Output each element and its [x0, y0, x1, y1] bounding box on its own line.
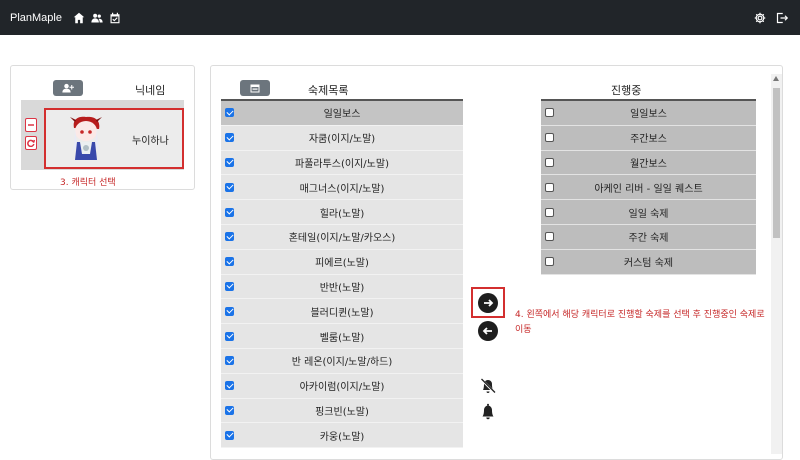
task-label: 일일 숙제	[628, 208, 669, 220]
scrollbar[interactable]	[771, 74, 782, 454]
in-progress-item[interactable]: 주간보스	[541, 125, 756, 151]
task-list-item[interactable]: 일일보스	[221, 101, 463, 126]
calendar-button[interactable]	[240, 80, 270, 96]
task-list-item[interactable]: 카웅(노말)	[221, 423, 463, 449]
annotation-move-task: 4. 왼쪽에서 해당 캐릭터로 진행할 숙제를 선택 후 진행중인 숙제로 이동	[515, 310, 765, 335]
scroll-thumb[interactable]	[773, 88, 780, 238]
task-list-item[interactable]: 매그너스(이지/노말)	[221, 175, 463, 201]
logout-icon[interactable]	[776, 9, 789, 28]
task-list-item[interactable]: 자쿰(이지/노말)	[221, 125, 463, 151]
calendar-check-icon[interactable]	[108, 11, 122, 25]
task-label: 주간 숙제	[628, 233, 669, 245]
task-label: 매그너스(이지/노말)	[299, 183, 385, 195]
refresh-character-button[interactable]	[25, 136, 37, 150]
task-list-item[interactable]: 핑크빈(노말)	[221, 398, 463, 424]
task-label: 아카이럼(이지/노말)	[299, 382, 385, 394]
task-label: 일일보스	[630, 109, 667, 121]
scroll-up-arrow[interactable]	[773, 76, 779, 81]
home-icon[interactable]	[72, 11, 86, 25]
arrow-left-circle-icon	[482, 327, 492, 335]
character-panel: 닉네임 누이하나 3. 캐릭터 선택	[10, 65, 195, 190]
task-label: 혼테일(이지/노말/카오스)	[288, 233, 396, 245]
task-list-item[interactable]: 혼테일(이지/노말/카오스)	[221, 224, 463, 250]
task-label: 힐라(노말)	[319, 208, 365, 220]
task-label: 월간보스	[630, 158, 667, 170]
in-progress-item[interactable]: 일일보스	[541, 101, 756, 126]
task-list-item[interactable]: 블러디퀸(노말)	[221, 299, 463, 325]
bell-slash-icon[interactable]	[479, 377, 497, 395]
character-name: 누이하나	[132, 136, 169, 147]
character-card[interactable]: 누이하나	[44, 108, 184, 169]
task-label: 반반(노말)	[319, 282, 365, 294]
task-list-item[interactable]: 아카이럼(이지/노말)	[221, 373, 463, 399]
task-list-item[interactable]: 반반(노말)	[221, 274, 463, 300]
move-to-in-progress-button[interactable]	[478, 292, 498, 313]
task-label: 아케인 리버 - 일일 퀘스트	[594, 183, 703, 195]
user-plus-icon	[62, 83, 74, 93]
task-label: 벨룸(노말)	[319, 332, 365, 344]
task-list-title: 숙제목록	[308, 84, 349, 97]
gear-icon[interactable]	[754, 9, 766, 28]
task-list-item[interactable]: 파풀라투스(이지/노말)	[221, 150, 463, 176]
users-icon[interactable]	[90, 11, 104, 25]
minus-icon	[28, 124, 34, 126]
in-progress-list: 일일보스주간보스월간보스아케인 리버 - 일일 퀘스트일일 숙제주간 숙제커스텀…	[541, 99, 756, 275]
nickname-header: 닉네임	[135, 84, 166, 97]
top-navbar: PlanMaple	[0, 0, 800, 35]
in-progress-item[interactable]: 주간 숙제	[541, 224, 756, 250]
task-label: 피에르(노말)	[315, 258, 369, 270]
in-progress-item[interactable]: 월간보스	[541, 150, 756, 176]
task-panel: 숙제목록 진행중 일일보스자쿰(이지/노말) 파풀라투스(이지/노말) 매그너스(이…	[210, 65, 783, 460]
task-label: 자쿰(이지/노말)	[308, 134, 376, 146]
in-progress-title: 진행중	[611, 84, 642, 97]
task-list-item[interactable]: 피에르(노말)	[221, 249, 463, 275]
task-label: 주간보스	[630, 134, 667, 146]
brand-logo[interactable]: PlanMaple	[10, 12, 62, 24]
character-avatar	[70, 116, 102, 160]
task-list-item[interactable]: 힐라(노말)	[221, 200, 463, 225]
task-label: 핑크빈(노말)	[315, 406, 369, 418]
in-progress-item[interactable]: 커스텀 숙제	[541, 249, 756, 275]
bell-icon[interactable]	[479, 403, 497, 421]
remove-character-button[interactable]	[25, 118, 37, 132]
task-label: 일일보스	[323, 109, 361, 121]
task-list-item[interactable]: 벨룸(노말)	[221, 324, 463, 349]
move-right-highlight	[471, 287, 505, 318]
add-character-button[interactable]	[53, 80, 83, 96]
move-to-task-list-button[interactable]	[478, 321, 498, 341]
annotation-select-character: 3. 캐릭터 선택	[60, 178, 116, 188]
task-label: 커스텀 숙제	[623, 258, 674, 270]
in-progress-item[interactable]: 아케인 리버 - 일일 퀘스트	[541, 175, 756, 201]
task-label: 카웅(노말)	[319, 431, 365, 443]
in-progress-item[interactable]: 일일 숙제	[541, 200, 756, 225]
task-label: 파풀라투스(이지/노말)	[295, 158, 389, 170]
task-label: 블러디퀸(노말)	[310, 307, 374, 319]
calendar-icon	[250, 84, 260, 93]
arrow-right-circle-icon	[484, 298, 494, 307]
task-list-item[interactable]: 반 레온(이지/노말/하드)	[221, 348, 463, 374]
task-list: 일일보스자쿰(이지/노말) 파풀라투스(이지/노말) 매그너스(이지/노말) 힐라(노…	[221, 99, 463, 449]
refresh-icon	[27, 139, 35, 147]
task-label: 반 레온(이지/노말/하드)	[291, 357, 393, 369]
